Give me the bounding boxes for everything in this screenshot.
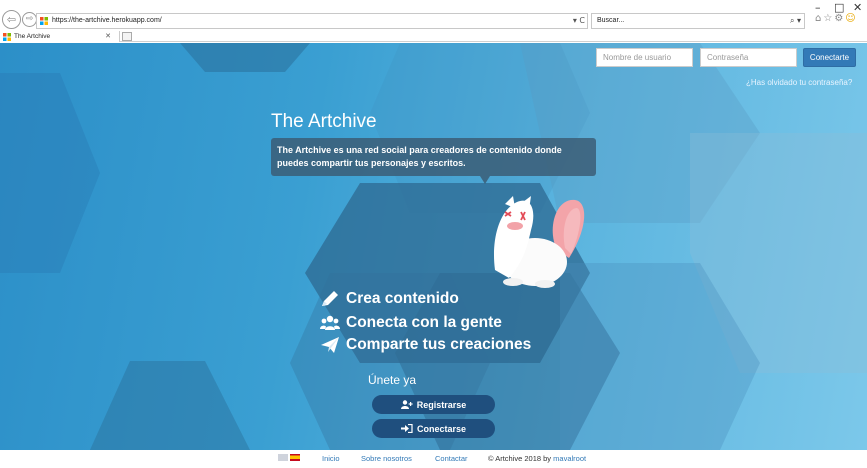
feature-connect: Conecta con la gente (320, 313, 502, 333)
refresh-icon[interactable]: ▾ C (573, 14, 585, 28)
search-placeholder: Buscar... (597, 17, 625, 24)
forward-arrow-icon: ⇨ (25, 14, 34, 24)
browser-window: – □ ✕ ⇦ ⇨ https://the-artchive.herokuapp… (0, 0, 867, 468)
user-plus-icon (400, 400, 413, 409)
site-favicon-icon (40, 17, 48, 25)
bubble-tail (480, 176, 490, 184)
footer-link-about[interactable]: Sobre nosotros (361, 454, 412, 463)
author-link[interactable]: mavalroot (553, 454, 586, 463)
star-icon[interactable]: ☆ (823, 13, 834, 24)
pencil-icon (322, 291, 338, 306)
mascot-cat-illustration (493, 196, 585, 288)
smiley-icon[interactable]: ☺ (845, 13, 857, 24)
search-icon[interactable]: ⌕ ▾ (790, 14, 801, 28)
username-input[interactable] (596, 48, 693, 67)
connect-button[interactable]: Conectarse (372, 419, 495, 438)
description-bubble: The Artchive es una red social para crea… (271, 138, 596, 176)
forward-button[interactable]: ⇨ (22, 12, 37, 27)
join-label: Únete ya (368, 373, 417, 387)
register-label: Registrarse (416, 399, 467, 410)
browser-search-input[interactable]: Buscar... ⌕ ▾ (591, 13, 805, 29)
page-title: The Artchive (271, 111, 377, 132)
paper-plane-icon (321, 337, 339, 353)
copyright-label: © Artchive 2018 by (488, 454, 552, 463)
forgot-password-link[interactable]: ¿Has olvidado tu contraseña? (746, 78, 852, 87)
browser-toolbar: – □ ✕ ⇦ ⇨ https://the-artchive.herokuapp… (0, 0, 867, 31)
feature-create: Crea contenido (320, 289, 459, 309)
copyright-text: © Artchive 2018 by mavalroot (488, 454, 586, 463)
connect-label: Conectarse (416, 423, 467, 434)
back-button[interactable]: ⇦ (2, 10, 21, 29)
login-button[interactable]: Conectarte (803, 48, 856, 67)
footer-link-home[interactable]: Inicio (322, 454, 340, 463)
spanish-flag-icon[interactable] (290, 454, 300, 461)
tab-strip: The Artchive ✕ (0, 31, 867, 42)
back-arrow-icon: ⇦ (6, 13, 17, 26)
footer-link-contact[interactable]: Contactar (435, 454, 468, 463)
tab-favicon-icon (3, 33, 11, 41)
footer: Inicio Sobre nosotros Contactar © Artchi… (0, 450, 867, 468)
new-tab-button[interactable] (122, 32, 132, 41)
feature-label: Conecta con la gente (346, 314, 502, 331)
feature-label: Crea contenido (346, 290, 459, 307)
browser-tab[interactable]: The Artchive ✕ (0, 31, 120, 42)
feature-label: Comparte tus creaciones (346, 336, 532, 353)
tab-title: The Artchive (14, 33, 51, 40)
password-input[interactable] (700, 48, 797, 67)
url-text: https://the-artchive.herokuapp.com/ (52, 17, 162, 24)
settings-gear-icon[interactable]: ⚙ (834, 13, 845, 24)
feature-share: Comparte tus creaciones (320, 335, 531, 355)
english-flag-icon[interactable] (278, 454, 288, 461)
users-icon (320, 315, 340, 330)
toolbar-icons: ⌂☆⚙☺ (815, 13, 858, 24)
address-bar[interactable]: https://the-artchive.herokuapp.com/ ▾ C (36, 13, 588, 29)
page-content: Conectarte ¿Has olvidado tu contraseña? … (0, 43, 867, 468)
sign-in-icon (400, 424, 413, 433)
register-button[interactable]: Registrarse (372, 395, 495, 414)
tab-close-icon[interactable]: ✕ (105, 31, 111, 42)
